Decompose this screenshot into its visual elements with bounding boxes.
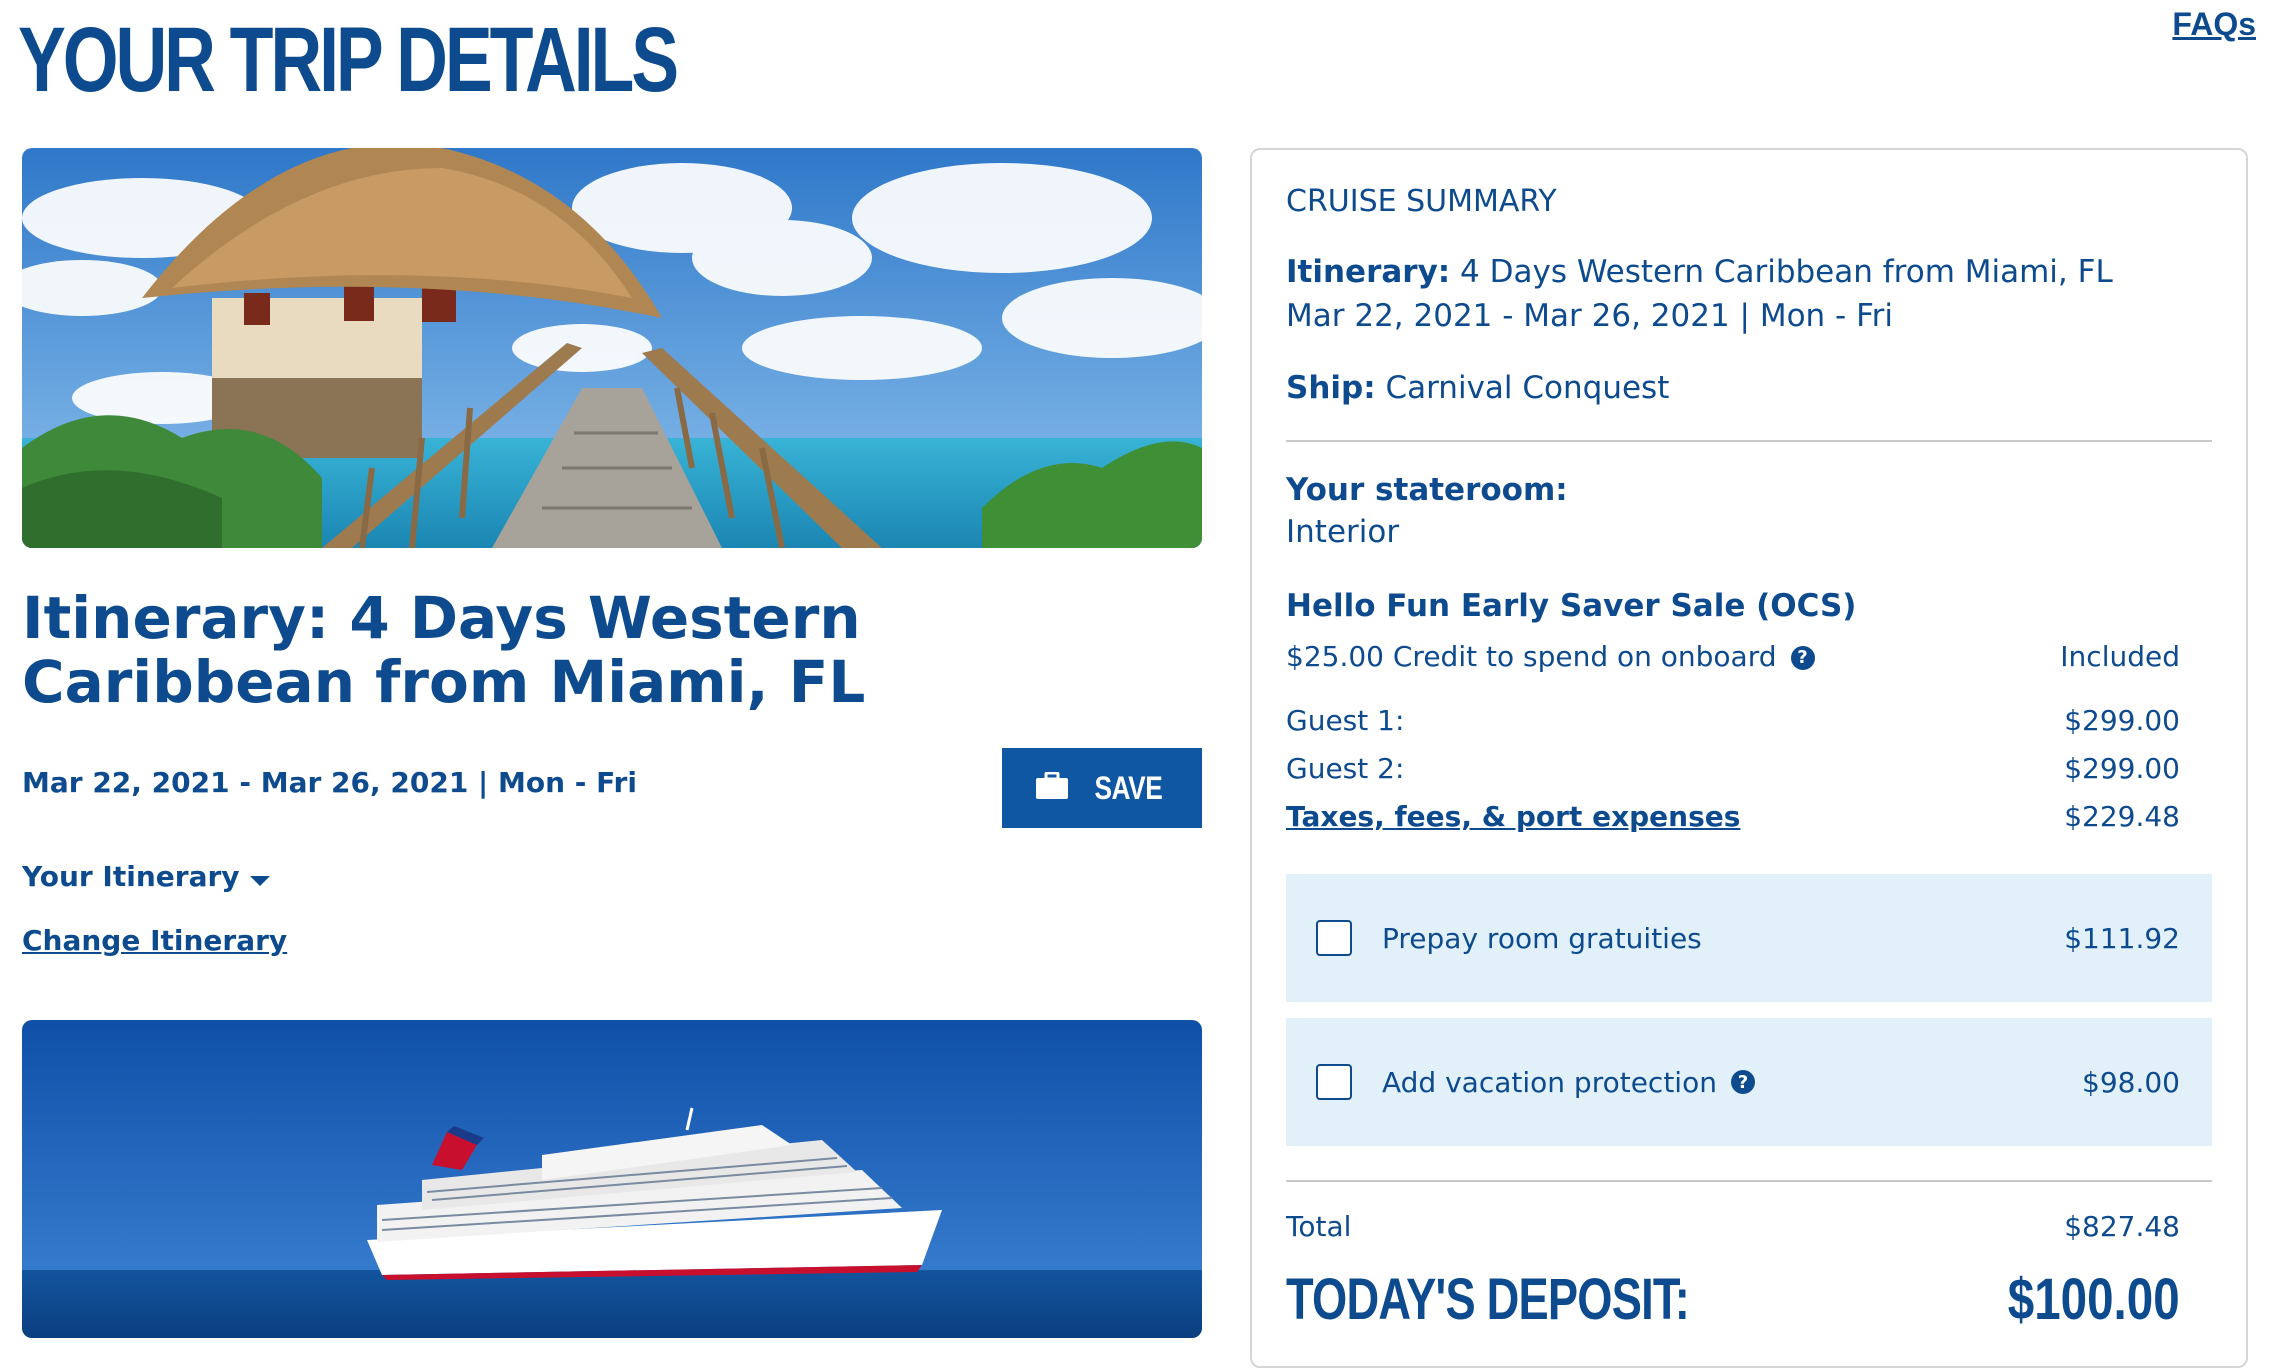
vacation-protection-text: Add vacation protection	[1382, 1065, 1717, 1099]
guest-2-label: Guest 2:	[1286, 752, 1405, 785]
total-row: Total $827.48	[1286, 1210, 2180, 1243]
guest-1-row: Guest 1: $299.00	[1286, 704, 2180, 737]
save-button-label: SAVE	[1094, 769, 1162, 806]
total-price: $827.48	[2064, 1210, 2180, 1243]
help-icon[interactable]: ?	[1730, 1070, 1755, 1094]
summary-ship: Ship: Carnival Conquest	[1286, 370, 1669, 406]
cruise-ship-image	[22, 1020, 1202, 1338]
help-icon[interactable]: ?	[1790, 645, 1815, 670]
onboard-credit-row: $25.00 Credit to spend on onboard? Inclu…	[1286, 640, 2180, 673]
divider	[1286, 1180, 2212, 1182]
prepay-gratuities-label: Prepay room gratuities	[1382, 921, 1702, 955]
caret-down-icon	[249, 860, 270, 893]
change-itinerary-link[interactable]: Change Itinerary	[22, 924, 287, 957]
prepay-gratuities-price: $111.92	[2064, 921, 2180, 955]
promo-title: Hello Fun Early Saver Sale (OCS)	[1286, 588, 1857, 624]
vacation-protection-price: $98.00	[2082, 1065, 2180, 1099]
vacation-protection-label: Add vacation protection?	[1382, 1066, 2082, 1099]
taxes-price: $229.48	[2064, 800, 2180, 833]
faqs-link[interactable]: FAQs	[2172, 6, 2256, 43]
guest-2-row: Guest 2: $299.00	[1286, 752, 2180, 785]
divider	[1286, 440, 2212, 442]
summary-itinerary-value: 4 Days Western Caribbean from Miami, FL	[1460, 254, 2113, 290]
itinerary-title: Itinerary: 4 Days Western Caribbean from…	[22, 584, 866, 716]
total-label: Total	[1286, 1210, 1352, 1243]
summary-itinerary-label: Itinerary:	[1286, 254, 1451, 290]
your-itinerary-toggle[interactable]: Your Itinerary	[22, 860, 270, 893]
stateroom-label: Your stateroom:	[1286, 472, 1568, 508]
summary-dates: Mar 22, 2021 - Mar 26, 2021 | Mon - Fri	[1286, 298, 1894, 334]
todays-deposit-row: TODAY'S DEPOSIT: $100.00	[1286, 1266, 2180, 1333]
prepay-gratuities-option[interactable]: Prepay room gratuities $111.92	[1286, 874, 2212, 1002]
cruise-summary-panel: CRUISE SUMMARY Itinerary: 4 Days Western…	[1250, 148, 2248, 1368]
page-title: YOUR TRIP DETAILS	[18, 9, 679, 111]
stateroom-value: Interior	[1286, 514, 1400, 550]
your-itinerary-label: Your Itinerary	[22, 860, 240, 893]
onboard-credit-label: $25.00 Credit to spend on onboard?	[1286, 640, 1815, 673]
summary-itinerary: Itinerary: 4 Days Western Caribbean from…	[1286, 254, 2113, 290]
taxes-fees-link[interactable]: Taxes, fees, & port expenses	[1286, 800, 1740, 833]
todays-deposit-value: $100.00	[2008, 1267, 2180, 1332]
taxes-row: Taxes, fees, & port expenses $229.48	[1286, 800, 2180, 833]
guest-1-price: $299.00	[2064, 704, 2180, 737]
trip-dates: Mar 22, 2021 - Mar 26, 2021 | Mon - Fri	[22, 766, 637, 799]
summary-ship-label: Ship:	[1286, 370, 1376, 406]
save-button[interactable]: SAVE	[1002, 748, 1202, 828]
vacation-protection-option[interactable]: Add vacation protection? $98.00	[1286, 1018, 2212, 1146]
onboard-credit-value: Included	[2060, 640, 2180, 673]
cruise-summary-heading: CRUISE SUMMARY	[1286, 184, 1557, 219]
onboard-credit-text: $25.00 Credit to spend on onboard	[1286, 640, 1777, 673]
summary-ship-value: Carnival Conquest	[1385, 370, 1670, 406]
prepay-gratuities-checkbox[interactable]	[1316, 920, 1352, 956]
todays-deposit-label: TODAY'S DEPOSIT:	[1286, 1267, 1690, 1332]
hero-image-beach-hut	[22, 148, 1202, 548]
vacation-protection-checkbox[interactable]	[1316, 1064, 1352, 1100]
guest-1-label: Guest 1:	[1286, 704, 1405, 737]
briefcase-icon	[1035, 771, 1069, 804]
guest-2-price: $299.00	[2064, 752, 2180, 785]
